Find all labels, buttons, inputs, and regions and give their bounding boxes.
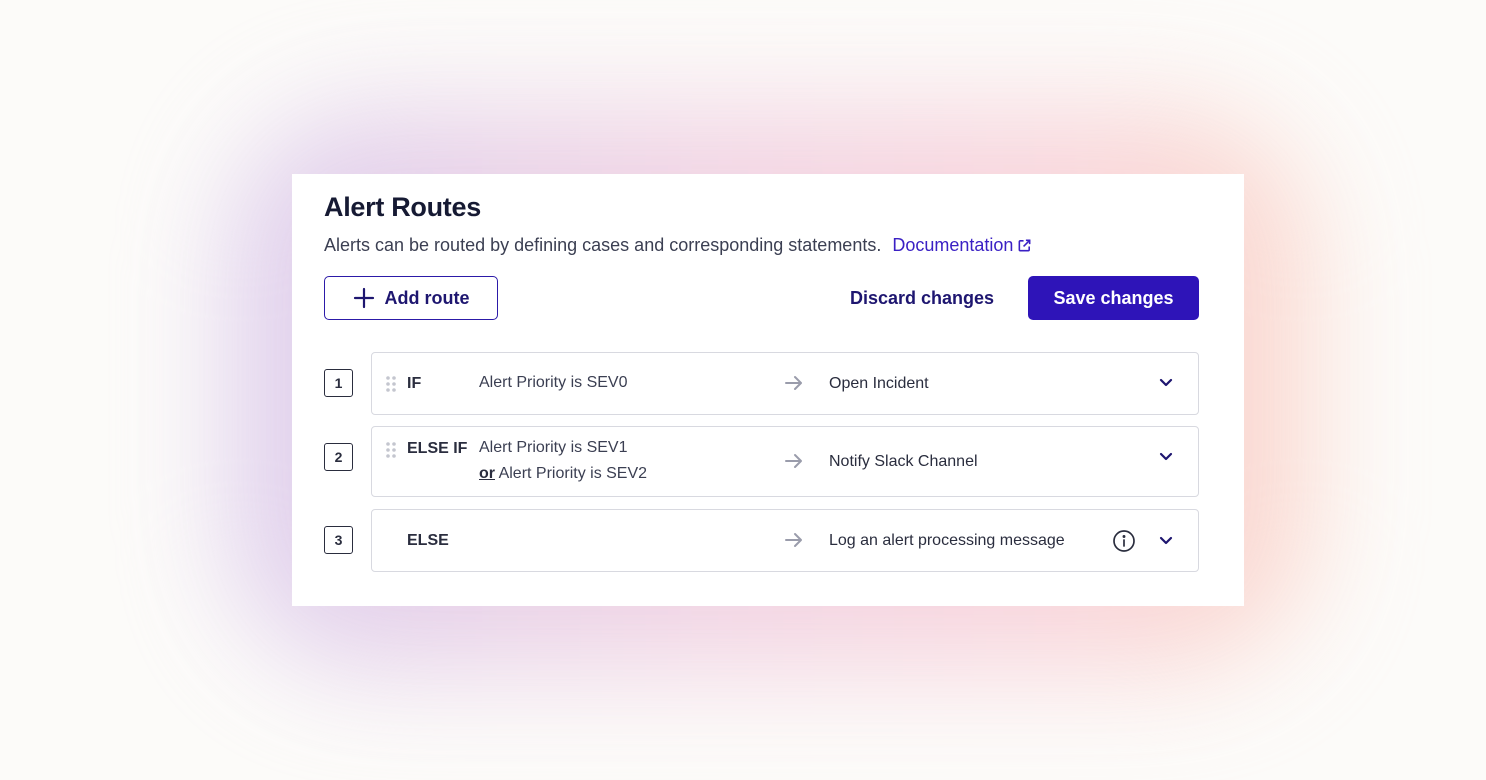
- route-keyword: ELSE: [407, 532, 449, 549]
- chevron-down-icon[interactable]: [1158, 451, 1174, 463]
- page-title: Alert Routes: [324, 192, 481, 222]
- documentation-link[interactable]: Documentation: [892, 235, 1032, 255]
- route-condition: Alert Priority is SEV0: [479, 374, 628, 391]
- info-icon[interactable]: [1112, 529, 1136, 553]
- or-joiner: or: [479, 465, 495, 482]
- chevron-down-icon[interactable]: [1158, 377, 1174, 389]
- route-condition: Alert Priority is SEV1: [479, 439, 628, 456]
- arrow-right-icon: [785, 376, 802, 390]
- route-number-badge: 3: [324, 526, 353, 554]
- route-row[interactable]: ELSE IF Alert Priority is SEV1 or Alert …: [371, 426, 1199, 497]
- route-action: Log an alert processing message: [829, 532, 1065, 549]
- route-action: Open Incident: [829, 375, 929, 392]
- save-changes-button[interactable]: Save changes: [1028, 276, 1199, 320]
- chevron-down-icon[interactable]: [1158, 535, 1174, 547]
- route-row[interactable]: IF Alert Priority is SEV0 Open Incident: [371, 352, 1199, 415]
- page-description: Alerts can be routed by defining cases a…: [324, 235, 1032, 256]
- arrow-right-icon: [785, 454, 802, 468]
- route-number-badge: 2: [324, 443, 353, 471]
- alert-routes-panel: Alert Routes Alerts can be routed by def…: [292, 174, 1244, 606]
- route-condition: Alert Priority is SEV2: [498, 465, 648, 482]
- route-row[interactable]: ELSE Log an alert processing message: [371, 509, 1199, 572]
- description-text: Alerts can be routed by defining cases a…: [324, 235, 882, 255]
- documentation-link-label: Documentation: [892, 235, 1014, 255]
- arrow-right-icon: [785, 533, 802, 547]
- drag-handle-icon[interactable]: [385, 441, 397, 459]
- route-keyword: IF: [407, 375, 422, 392]
- external-link-icon: [1018, 239, 1031, 252]
- discard-changes-button[interactable]: Discard changes: [834, 276, 1010, 320]
- drag-handle-icon[interactable]: [385, 375, 397, 393]
- route-condition-or: or Alert Priority is SEV2: [479, 461, 647, 487]
- route-action: Notify Slack Channel: [829, 453, 978, 470]
- add-route-button[interactable]: Add route: [324, 276, 498, 320]
- plus-icon: [353, 287, 374, 309]
- route-keyword: ELSE IF: [407, 440, 468, 457]
- route-conditions: Alert Priority is SEV1 or Alert Priority…: [479, 435, 647, 487]
- route-number-badge: 1: [324, 369, 353, 397]
- add-route-label: Add route: [384, 287, 470, 308]
